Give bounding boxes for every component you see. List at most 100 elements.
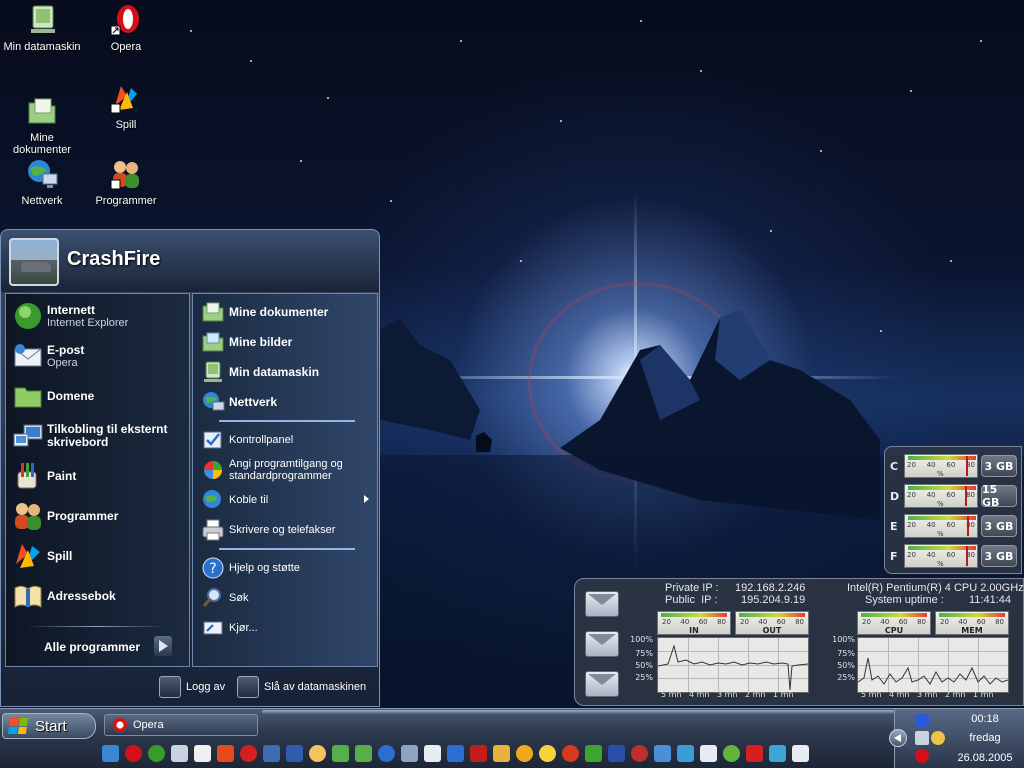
- start-item-address-book[interactable]: Adressebok: [12, 580, 188, 612]
- desktop-icon-programs[interactable]: Programmer: [84, 158, 168, 207]
- drive-size[interactable]: 3 GB: [981, 455, 1017, 477]
- app-icon[interactable]: [608, 745, 625, 762]
- word-icon[interactable]: [286, 745, 303, 762]
- avatar[interactable]: [9, 238, 59, 286]
- clock-day: fredag: [969, 732, 1001, 744]
- logoff-button[interactable]: Logg av: [159, 676, 225, 698]
- start-place-printers[interactable]: Skrivere og telefakser: [201, 518, 377, 542]
- start-place-my-pictures[interactable]: Mine bilder: [201, 330, 377, 354]
- start-place-help[interactable]: ? Hjelp og støtte: [201, 556, 377, 580]
- start-item-domene[interactable]: Domene: [12, 380, 188, 412]
- app-icon[interactable]: [240, 745, 257, 762]
- start-menu-left-pane: Internett Internet Explorer E-post Opera D…: [5, 293, 190, 667]
- app-icon[interactable]: [792, 745, 809, 762]
- clock-time[interactable]: 00:18: [947, 713, 1023, 725]
- app-icon[interactable]: [677, 745, 694, 762]
- lightning-icon[interactable]: [447, 745, 464, 762]
- tray-icon[interactable]: [915, 714, 929, 728]
- start-item-paint[interactable]: Paint: [12, 460, 188, 492]
- drive-size[interactable]: 3 GB: [981, 515, 1017, 537]
- document-icon[interactable]: [424, 745, 441, 762]
- taskbar-button-opera[interactable]: Opera: [104, 714, 258, 736]
- private-ip-value: 192.168.2.246: [735, 582, 806, 594]
- desktop-icon-network[interactable]: Nettverk: [0, 158, 84, 207]
- y-tick: 50%: [635, 661, 653, 670]
- star: [250, 60, 252, 62]
- drive-size[interactable]: 3 GB: [981, 545, 1017, 567]
- app-icon[interactable]: [102, 745, 119, 762]
- media-player-icon[interactable]: [378, 745, 395, 762]
- desktop-icon-games[interactable]: Spill: [84, 82, 168, 131]
- start-place-my-computer[interactable]: Min datamaskin: [201, 360, 377, 384]
- start-place-run[interactable]: Kjør...: [201, 616, 377, 640]
- star: [880, 330, 882, 332]
- app-icon[interactable]: [700, 745, 717, 762]
- start-item-programs[interactable]: Programmer: [12, 500, 188, 532]
- address-book-icon: [14, 585, 42, 608]
- app-icon[interactable]: [516, 745, 533, 762]
- app-icon[interactable]: [746, 745, 763, 762]
- mail-icon[interactable]: [585, 631, 619, 657]
- divider: [219, 420, 355, 422]
- app-icon[interactable]: [631, 745, 648, 762]
- messenger-icon[interactable]: [539, 745, 556, 762]
- start-item-games[interactable]: Spill: [12, 540, 188, 572]
- start-place-search[interactable]: Søk: [201, 586, 377, 610]
- mail-icon[interactable]: [585, 591, 619, 617]
- clock-icon[interactable]: [309, 745, 326, 762]
- start-place-control-panel[interactable]: Kontrollpanel: [201, 428, 377, 452]
- drive-letter: F: [890, 549, 898, 563]
- network-tray-icon[interactable]: [915, 731, 929, 745]
- drive-letter: D: [890, 489, 900, 503]
- all-programs-button[interactable]: Alle programmer: [44, 640, 140, 654]
- chevron-left-icon[interactable]: [889, 729, 907, 747]
- pictures-icon: [202, 332, 224, 352]
- y-tick: 75%: [635, 649, 653, 658]
- app-icon[interactable]: [562, 745, 579, 762]
- app-icon[interactable]: [585, 745, 602, 762]
- start-place-label: Nettverk: [229, 395, 278, 409]
- y-tick: 100%: [630, 635, 653, 644]
- folder-icon[interactable]: [355, 745, 372, 762]
- app-icon[interactable]: [194, 745, 211, 762]
- remote-desktop-icon: [13, 424, 43, 447]
- start-place-network[interactable]: Nettverk: [201, 390, 377, 414]
- window-icon[interactable]: [171, 745, 188, 762]
- filezilla-icon[interactable]: [217, 745, 234, 762]
- desktop-icon-my-computer[interactable]: Min datamaskin: [0, 4, 84, 53]
- start-place-my-documents[interactable]: Mine dokumenter: [201, 300, 377, 324]
- folder-icon[interactable]: [332, 745, 349, 762]
- x-tick: 2 mn: [745, 690, 766, 699]
- app-icon[interactable]: [723, 745, 740, 762]
- app-icon[interactable]: [470, 745, 487, 762]
- messenger-tray-icon[interactable]: [931, 731, 945, 745]
- start-item-email[interactable]: E-post Opera: [12, 340, 188, 372]
- gauge-label: IN: [689, 626, 699, 635]
- start-item-internet[interactable]: Internett Internet Explorer: [12, 300, 188, 332]
- app-icon[interactable]: [654, 745, 671, 762]
- internet-icon[interactable]: [148, 745, 165, 762]
- tool-icon[interactable]: [401, 745, 418, 762]
- opera-tray-icon[interactable]: [915, 749, 929, 763]
- start-place-label: Hjelp og støtte: [229, 562, 300, 574]
- start-place-connect-to[interactable]: Koble til: [201, 488, 377, 512]
- desktop-icon-label: Spill: [115, 119, 137, 131]
- start-place-label: Angi programtilgang og standardprogramme…: [229, 458, 343, 482]
- app-icon[interactable]: [769, 745, 786, 762]
- logoff-label: Logg av: [186, 681, 226, 693]
- mail-icon[interactable]: [585, 671, 619, 697]
- app-icon[interactable]: [263, 745, 280, 762]
- cpu-name: Intel(R) Pentium(R) 4 CPU 2.00GHz: [847, 582, 1024, 594]
- chevron-right-icon[interactable]: [154, 636, 172, 656]
- shutdown-button[interactable]: Slå av datamaskinen: [237, 676, 366, 698]
- divider: [26, 626, 166, 627]
- app-icon[interactable]: [493, 745, 510, 762]
- desktop-icon-opera[interactable]: Opera: [84, 4, 168, 53]
- opera-icon[interactable]: [125, 745, 142, 762]
- drive-size[interactable]: 15 GB: [981, 483, 1017, 509]
- desktop-icon-my-documents[interactable]: Mine dokumenter: [0, 82, 84, 169]
- start-button[interactable]: Start: [2, 713, 96, 739]
- logoff-icon: [159, 676, 181, 698]
- start-place-default-programs[interactable]: Angi programtilgang og standardprogramme…: [201, 458, 377, 482]
- start-item-remote-desktop[interactable]: Tilkobling til eksternt skrivebord: [12, 420, 188, 452]
